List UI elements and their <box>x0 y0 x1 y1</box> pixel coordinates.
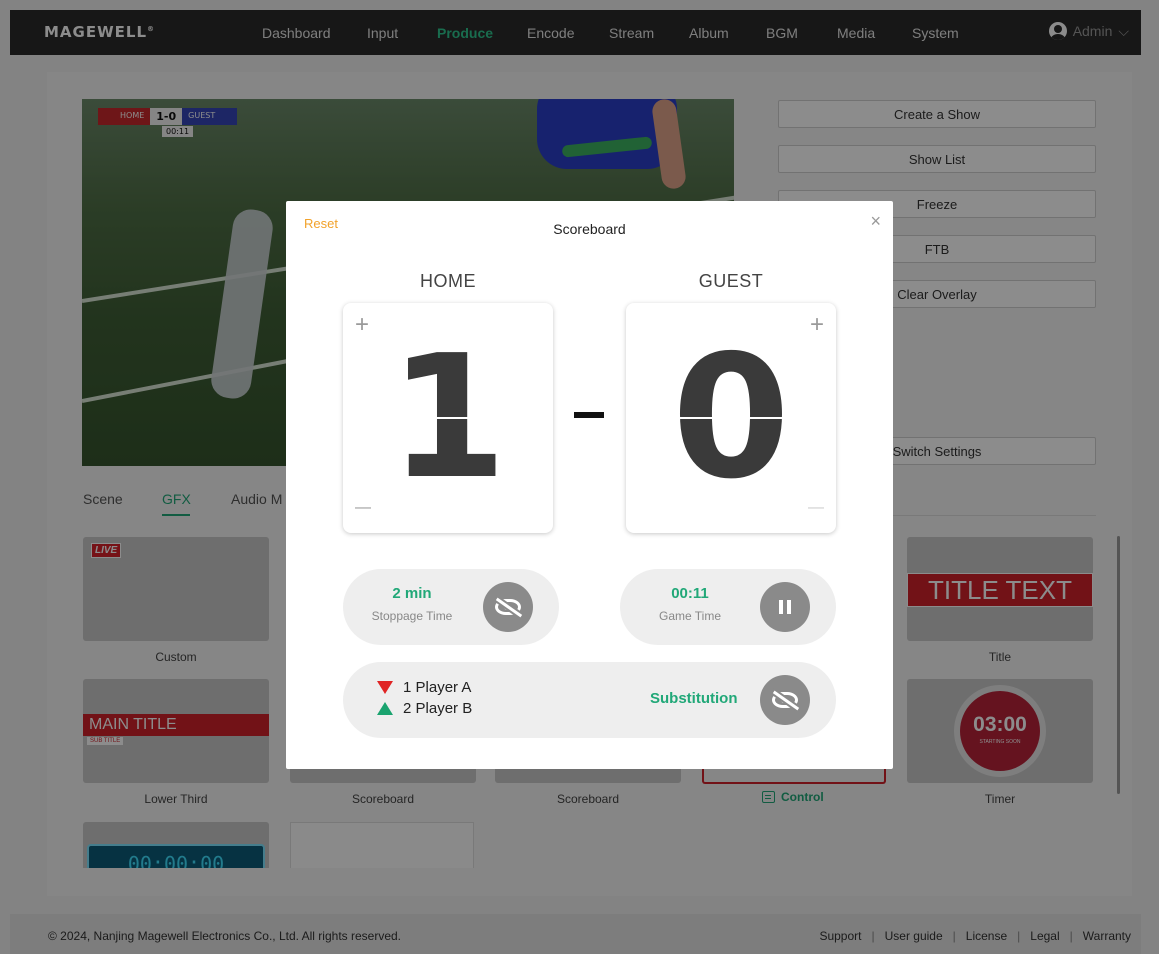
game-time-label: Game Time <box>658 609 721 623</box>
flip-divider <box>626 417 836 419</box>
arrow-up-icon <box>377 702 393 715</box>
dialog-title: Scoreboard <box>553 221 626 237</box>
home-minus-button[interactable]: — <box>355 499 371 517</box>
player-in-row: 2 Player B <box>377 700 472 717</box>
flip-divider <box>343 417 553 419</box>
eye-off-icon <box>495 599 521 615</box>
game-time-pause-button[interactable] <box>760 582 810 632</box>
game-time-value: 00:11 <box>671 585 709 602</box>
game-time-pill[interactable]: 00:11 Game Time <box>620 569 836 645</box>
guest-minus-button[interactable]: — <box>808 499 824 517</box>
home-team-label: HOME <box>420 271 476 291</box>
pause-icon <box>779 600 791 614</box>
scoreboard-dialog: Reset Scoreboard × HOME GUEST + 1 — + 0 … <box>286 201 893 769</box>
stoppage-time-pill[interactable]: 2 min Stoppage Time <box>343 569 559 645</box>
stoppage-visibility-button[interactable] <box>483 582 533 632</box>
score-separator <box>574 412 604 418</box>
player-in: 2 Player B <box>403 700 473 717</box>
player-out-row: 1 Player A <box>377 679 471 696</box>
guest-score-card: + 0 — <box>626 303 836 533</box>
stoppage-time-label: Stoppage Time <box>371 609 453 623</box>
player-out: 1 Player A <box>403 679 472 696</box>
substitution-visibility-button[interactable] <box>760 675 810 725</box>
arrow-down-icon <box>377 681 393 694</box>
substitution-label: Substitution <box>650 690 738 707</box>
stoppage-time-value: 2 min <box>392 585 432 602</box>
eye-off-icon <box>772 692 798 708</box>
substitution-pill[interactable]: 1 Player A 2 Player B Substitution <box>343 662 836 738</box>
guest-team-label: GUEST <box>698 271 764 291</box>
close-icon[interactable]: × <box>870 211 881 232</box>
home-score-card: + 1 — <box>343 303 553 533</box>
